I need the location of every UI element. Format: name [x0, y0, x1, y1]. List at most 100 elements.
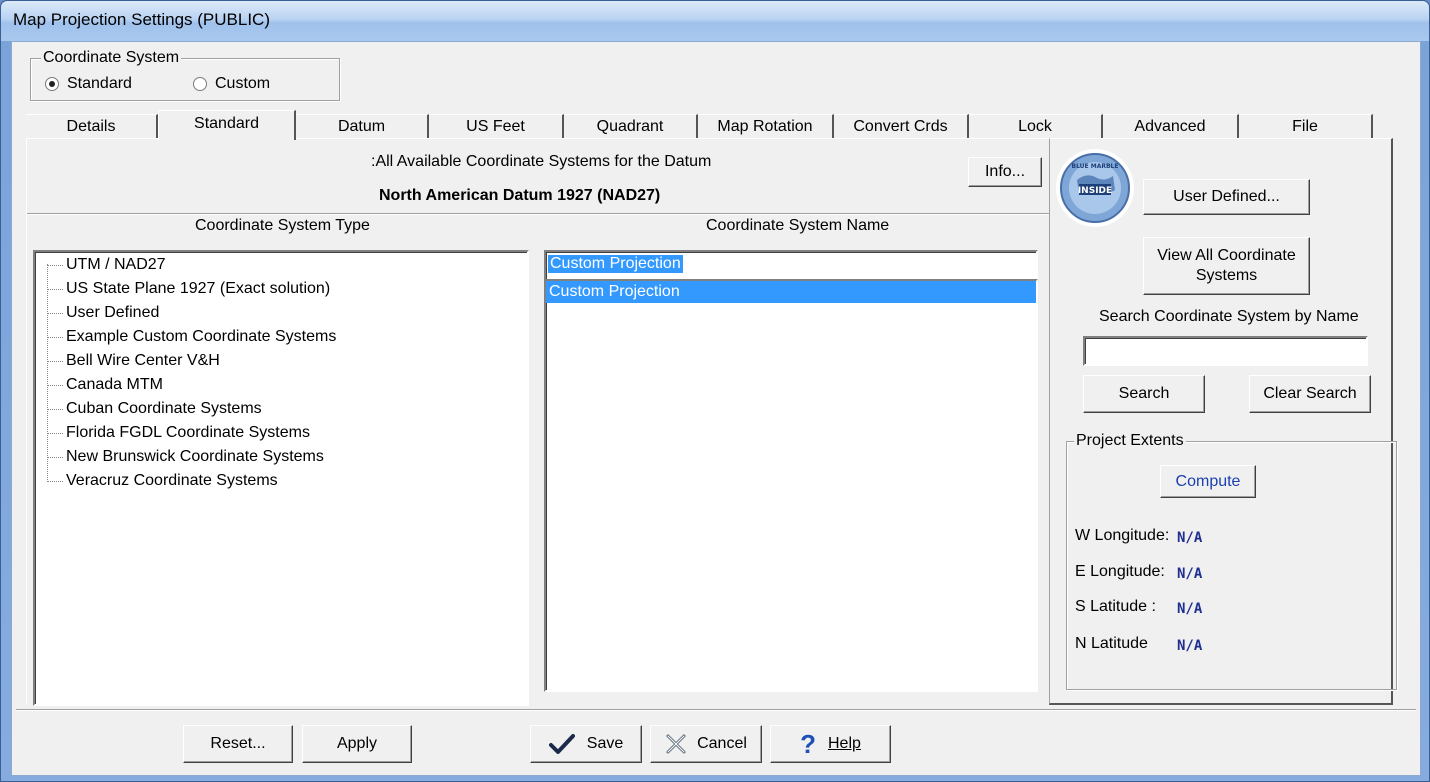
tab-quadrant[interactable]: Quadrant	[564, 114, 698, 139]
side-panel: INSIDE BLUE MARBLE User Defined... View …	[1049, 138, 1397, 705]
reset-button[interactable]: Reset...	[183, 725, 293, 763]
tree-branch	[47, 288, 63, 290]
radio-standard-label: Standard	[67, 75, 132, 92]
standard-tab-panel: :All Available Coordinate Systems for th…	[26, 138, 1051, 706]
info-button[interactable]: Info...	[968, 157, 1042, 187]
tab-file[interactable]: File	[1239, 114, 1373, 139]
header-divider	[27, 213, 1050, 215]
tab-strip: Details Standard Datum US Feet Quadrant …	[26, 110, 1388, 140]
radio-dot-standard	[45, 77, 59, 91]
n-latitude-value: N/A	[1177, 638, 1203, 654]
tree-item[interactable]: US State Plane 1927 (Exact solution)	[47, 280, 330, 298]
tab-us-feet[interactable]: US Feet	[429, 114, 564, 139]
view-all-line1: View All Coordinate	[1157, 247, 1296, 264]
tree-item[interactable]: Bell Wire Center V&H	[47, 352, 220, 370]
w-longitude-label: W Longitude:	[1075, 527, 1170, 544]
e-longitude-value: N/A	[1177, 566, 1203, 582]
blue-marble-logo: INSIDE BLUE MARBLE	[1056, 149, 1134, 227]
help-label: Help	[827, 735, 861, 752]
tree-branch	[47, 432, 63, 434]
title-bar[interactable]: Map Projection Settings (PUBLIC)	[1, 1, 1429, 41]
tree-branch	[47, 384, 63, 386]
tree-item-label: Florida FGDL Coordinate Systems	[66, 424, 310, 441]
e-longitude-label: E Longitude:	[1075, 563, 1165, 580]
globe-icon: INSIDE BLUE MARBLE	[1060, 153, 1130, 223]
tab-details[interactable]: Details	[26, 114, 158, 139]
coordinate-system-legend: Coordinate System	[41, 49, 182, 67]
help-icon: ?	[800, 729, 816, 759]
tree-item-label: Canada MTM	[66, 376, 163, 393]
tab-advanced[interactable]: Advanced	[1103, 114, 1239, 139]
tree-branch	[47, 336, 63, 338]
tree-item-label: Veracruz Coordinate Systems	[66, 472, 278, 489]
clear-search-button[interactable]: Clear Search	[1249, 375, 1371, 413]
svg-text:BLUE MARBLE: BLUE MARBLE	[1072, 163, 1119, 170]
coordinate-name-input-text: Custom Projection	[548, 255, 683, 273]
tab-standard[interactable]: Standard	[158, 110, 296, 140]
tree-item-label: Cuban Coordinate Systems	[66, 400, 262, 417]
tree-item-label: UTM / NAD27	[66, 256, 166, 273]
tree-branch	[47, 408, 63, 410]
coordinate-type-tree[interactable]: UTM / NAD27 US State Plane 1927 (Exact s…	[33, 250, 529, 706]
compute-button[interactable]: Compute	[1160, 465, 1256, 498]
view-all-line2: Systems	[1195, 267, 1258, 284]
coordinate-system-group: Coordinate System Standard Custom	[30, 49, 340, 101]
project-extents-group: Project Extents Compute W Longitude: N/A…	[1066, 432, 1397, 690]
tree-branch	[47, 360, 63, 362]
view-all-coordinate-systems-button[interactable]: View All Coordinate Systems	[1143, 237, 1310, 295]
footer-divider	[16, 709, 1416, 711]
tree-branch	[47, 456, 63, 458]
tree-item[interactable]: Cuban Coordinate Systems	[47, 400, 262, 418]
apply-button[interactable]: Apply	[302, 725, 412, 763]
app-window: Map Projection Settings (PUBLIC) Coordin…	[0, 0, 1430, 782]
tab-datum[interactable]: Datum	[296, 114, 429, 139]
name-column-header: Coordinate System Name	[706, 217, 890, 234]
tree-item[interactable]: UTM / NAD27	[47, 256, 166, 274]
radio-dot-custom	[193, 77, 207, 91]
type-column-header: Coordinate System Type	[195, 217, 370, 234]
user-defined-button[interactable]: User Defined...	[1143, 179, 1310, 215]
tree-branch	[47, 480, 63, 482]
tab-convert-crds[interactable]: Convert Crds	[834, 114, 969, 139]
s-latitude-label: S Latitude :	[1075, 598, 1156, 615]
save-label: Save	[586, 735, 624, 752]
list-item[interactable]: Custom Projection	[546, 281, 1036, 303]
coordinate-name-input[interactable]: Custom Projection	[544, 250, 1038, 281]
close-icon	[666, 734, 686, 754]
tree-item-label: User Defined	[66, 304, 160, 321]
tab-map-rotation[interactable]: Map Rotation	[698, 114, 834, 139]
tree-item[interactable]: Canada MTM	[47, 376, 163, 394]
w-longitude-value: N/A	[1177, 530, 1203, 546]
s-latitude-value: N/A	[1177, 601, 1203, 617]
cancel-label: Cancel	[697, 735, 747, 752]
search-label: Search Coordinate System by Name	[1099, 308, 1359, 325]
tree-item-label: US State Plane 1927 (Exact solution)	[66, 280, 331, 297]
tree-item-label: Bell Wire Center V&H	[66, 352, 220, 369]
search-input[interactable]	[1083, 336, 1368, 366]
datum-name: North American Datum 1927 (NAD27)	[379, 187, 661, 204]
project-extents-legend: Project Extents	[1074, 432, 1186, 450]
tree-item[interactable]: User Defined	[47, 304, 159, 322]
svg-text:INSIDE: INSIDE	[1078, 186, 1112, 196]
coordinate-name-list[interactable]: Custom Projection	[544, 279, 1038, 692]
tree-item[interactable]: Veracruz Coordinate Systems	[47, 472, 278, 490]
available-systems-label: :All Available Coordinate Systems for th…	[371, 153, 712, 170]
search-button[interactable]: Search	[1083, 375, 1205, 413]
n-latitude-label: N Latitude	[1075, 635, 1148, 652]
tree-item[interactable]: Florida FGDL Coordinate Systems	[47, 424, 310, 442]
radio-standard[interactable]: Standard	[45, 75, 132, 93]
dialog-body: Coordinate System Standard Custom Detail…	[11, 41, 1421, 776]
save-button[interactable]: Save	[530, 725, 642, 763]
tree-item[interactable]: Example Custom Coordinate Systems	[47, 328, 336, 346]
help-button[interactable]: ? Help	[770, 725, 891, 763]
cancel-button[interactable]: Cancel	[650, 725, 762, 763]
window-title: Map Projection Settings (PUBLIC)	[13, 10, 270, 29]
tree-item-label: New Brunswick Coordinate Systems	[66, 448, 324, 465]
radio-custom[interactable]: Custom	[193, 75, 270, 93]
tree-item[interactable]: New Brunswick Coordinate Systems	[47, 448, 324, 466]
tree-branch	[47, 312, 63, 314]
tab-lock[interactable]: Lock	[969, 114, 1103, 139]
checkmark-icon	[548, 734, 575, 754]
tree-branch	[47, 264, 63, 266]
tree-item-label: Example Custom Coordinate Systems	[66, 328, 337, 345]
